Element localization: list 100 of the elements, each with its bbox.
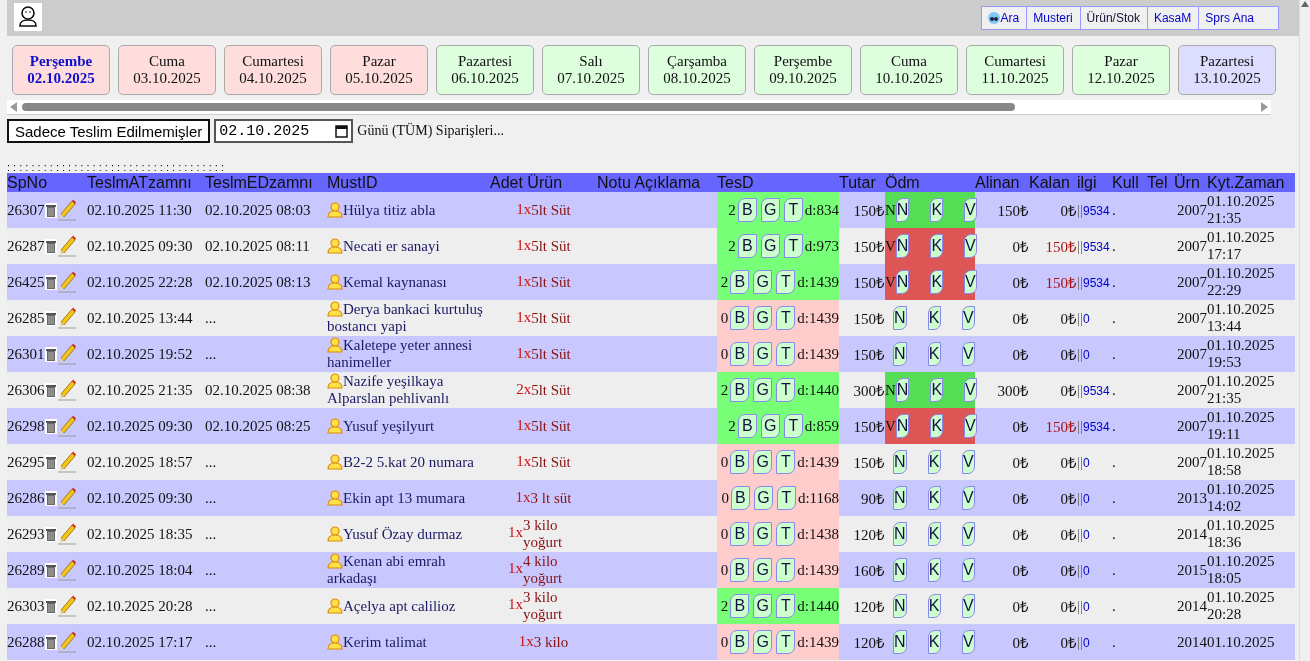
delivery-key[interactable]: T [783,234,803,258]
delivery-key[interactable]: G [760,234,780,258]
delivery-key[interactable]: T [776,630,796,654]
delivery-key[interactable]: G [753,378,773,402]
day-tab[interactable]: Pazartesi 06.10.2025 [436,45,534,95]
payment-key[interactable]: N [895,198,910,222]
delivery-key[interactable]: B [730,270,750,294]
pencil-icon[interactable] [56,199,77,221]
payment-key[interactable]: K [927,630,941,654]
payment-key[interactable]: N [893,594,907,618]
day-tab[interactable]: Perşembe 09.10.2025 [754,45,852,95]
delivery-key[interactable]: B [737,198,757,222]
left-arrow-icon[interactable] [10,102,18,112]
payment-key[interactable]: K [930,270,944,294]
trash-icon[interactable] [44,238,57,254]
payment-key[interactable]: N [895,270,910,294]
pencil-icon[interactable] [56,271,77,293]
payment-key[interactable]: K [927,594,941,618]
delivery-key[interactable]: B [730,558,750,582]
trash-icon[interactable] [44,274,57,290]
delivery-key[interactable]: B [730,306,750,330]
payment-key[interactable]: V [964,270,977,294]
nav-link[interactable]: Ürün/Stok [1080,7,1148,29]
reference-link[interactable]: 0 [1083,527,1090,542]
delivery-key[interactable]: B [730,450,750,474]
date-field[interactable]: 02.10.2025 [214,119,354,143]
delivery-key[interactable]: T [776,558,796,582]
payment-key[interactable]: V [961,522,975,546]
payment-key[interactable]: K [927,558,941,582]
reference-link[interactable]: 0 [1083,455,1090,470]
pencil-icon[interactable] [56,487,77,509]
delivery-key[interactable]: G [753,558,773,582]
trash-icon[interactable] [44,454,57,470]
delivery-key[interactable]: B [730,378,750,402]
reference-link[interactable]: 9534 [1083,239,1110,254]
delivery-key[interactable]: B [730,630,750,654]
trash-icon[interactable] [44,526,57,542]
payment-key[interactable]: N [893,450,907,474]
day-tab[interactable]: Cumartesi 04.10.2025 [224,45,322,95]
trash-icon[interactable] [44,346,57,362]
trash-icon[interactable] [44,598,57,614]
reference-link[interactable]: 0 [1083,347,1090,362]
payment-key[interactable]: K [930,414,944,438]
day-tab[interactable]: Pazar 05.10.2025 [330,45,428,95]
avatar-button[interactable] [14,3,42,31]
payment-key[interactable]: K [930,198,944,222]
payment-key[interactable]: V [961,450,975,474]
payment-key[interactable]: V [961,306,975,330]
payment-key[interactable]: K [927,486,941,510]
nav-link[interactable]: Ara [981,7,1028,29]
day-tab[interactable]: Pazartesi 13.10.2025 [1178,45,1276,95]
payment-key[interactable]: N [893,630,907,654]
reference-link[interactable]: 0 [1083,599,1090,614]
delivery-key[interactable]: T [776,486,796,510]
delivery-key[interactable]: G [753,594,773,618]
nav-link[interactable]: Sprs Ana [1199,7,1278,29]
pencil-icon[interactable] [56,595,77,617]
pencil-icon[interactable] [56,631,77,653]
reference-link[interactable]: 0 [1083,635,1090,650]
trash-icon[interactable] [44,418,57,434]
day-tab[interactable]: Perşembe 02.10.2025 [12,45,110,95]
reference-link[interactable]: 0 [1083,491,1090,506]
delivery-key[interactable]: T [776,306,796,330]
payment-key[interactable]: V [964,414,977,438]
payment-key[interactable]: N [893,558,907,582]
nav-link[interactable]: Musteri [1027,7,1081,29]
pencil-icon[interactable] [56,451,77,473]
pencil-icon[interactable] [56,523,77,545]
delivery-key[interactable]: G [753,306,773,330]
payment-key[interactable]: V [961,630,975,654]
pencil-icon[interactable] [56,235,77,257]
trash-icon[interactable] [44,490,57,506]
reference-link[interactable]: 0 [1083,311,1090,326]
payment-key[interactable]: V [964,198,977,222]
day-tab[interactable]: Cuma 03.10.2025 [118,45,216,95]
delivery-key[interactable]: G [753,486,773,510]
delivery-key[interactable]: G [760,414,780,438]
payment-key[interactable]: V [961,558,975,582]
payment-key[interactable]: N [895,234,910,258]
payment-key[interactable]: N [895,414,910,438]
delivery-key[interactable]: T [783,198,803,222]
delivery-key[interactable]: T [776,522,796,546]
day-tab[interactable]: Cumartesi 11.10.2025 [966,45,1064,95]
reference-link[interactable]: 9534 [1083,383,1110,398]
calendar-icon[interactable] [335,124,349,138]
pencil-icon[interactable] [56,559,77,581]
day-tab[interactable]: Salı 07.10.2025 [542,45,640,95]
delivery-key[interactable]: B [737,414,757,438]
scrollbar-thumb[interactable] [22,103,1015,111]
delivery-key[interactable]: G [760,198,780,222]
trash-icon[interactable] [44,562,57,578]
delivery-key[interactable]: G [753,342,773,366]
trash-icon[interactable] [44,382,57,398]
delivery-key[interactable]: G [753,522,773,546]
payment-key[interactable]: V [961,486,975,510]
payment-key[interactable]: V [961,342,975,366]
trash-icon[interactable] [44,202,57,218]
payment-key[interactable]: K [927,450,941,474]
payment-key[interactable]: N [893,342,907,366]
payment-key[interactable]: V [964,378,977,402]
